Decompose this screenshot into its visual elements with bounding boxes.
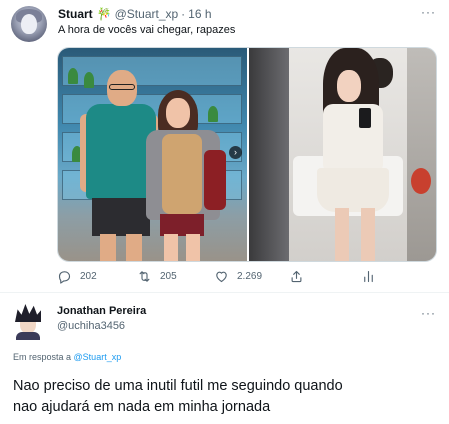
reply-icon xyxy=(58,270,71,284)
stuart-avatar[interactable] xyxy=(11,6,47,42)
author-name[interactable]: Stuart xyxy=(58,7,93,21)
more-icon[interactable]: ··· xyxy=(421,307,435,322)
woman-leg xyxy=(335,208,349,261)
avatar-collar xyxy=(16,332,40,340)
analytics-icon xyxy=(364,270,373,282)
in-reply-to: Em resposta a @Stuart_xp xyxy=(13,352,121,362)
original-tweet[interactable]: Stuart 🎋 @Stuart_xp · 16 h ··· A hora de… xyxy=(0,0,449,293)
reply-text-line: Nao preciso de uma inutil futil me segui… xyxy=(13,378,343,394)
share-action[interactable] xyxy=(289,268,304,284)
reply-action[interactable]: 202 xyxy=(57,268,97,284)
photo-person-woman xyxy=(144,90,226,261)
woman-leg xyxy=(186,234,200,261)
jonathan-avatar[interactable] xyxy=(13,304,43,340)
author-handle[interactable]: @Stuart_xp xyxy=(115,7,179,21)
man-leg xyxy=(126,234,142,261)
plush-toy xyxy=(411,168,431,194)
room-wall xyxy=(407,48,436,261)
author-emoji: 🎋 xyxy=(96,7,112,21)
in-reply-mention[interactable]: @Stuart_xp xyxy=(74,352,122,362)
woman-top xyxy=(162,134,202,214)
tweet-header: Stuart 🎋 @Stuart_xp · 16 h xyxy=(58,6,212,22)
woman-leg xyxy=(164,234,178,261)
tweet-time[interactable]: 16 h xyxy=(188,7,211,21)
retweet-count: 205 xyxy=(160,270,177,282)
reply-text-line: nao ajudará em nada em minha jornada xyxy=(13,399,271,415)
aquarium-plant xyxy=(68,68,78,84)
woman-skirt xyxy=(317,168,389,212)
like-icon xyxy=(216,271,227,282)
chevron-right-icon[interactable]: › xyxy=(229,146,242,159)
reply-author-handle[interactable]: @uchiha3456 xyxy=(57,320,125,332)
woman-top xyxy=(323,104,383,174)
man-shorts xyxy=(92,198,150,236)
woman-bag xyxy=(204,150,226,210)
more-icon[interactable]: ··· xyxy=(421,6,435,21)
woman-skirt xyxy=(160,214,204,236)
man-leg xyxy=(100,234,116,261)
reply-author-name[interactable]: Jonathan Pereira xyxy=(57,305,146,317)
like-action[interactable]: 2.269 xyxy=(214,268,262,284)
media-photo-1[interactable]: › xyxy=(58,48,247,261)
mirror-frame xyxy=(249,48,289,261)
man-glasses xyxy=(109,84,135,90)
reply-count: 202 xyxy=(80,270,97,282)
like-count: 2.269 xyxy=(237,270,263,282)
woman-face xyxy=(337,70,361,102)
analytics-action[interactable] xyxy=(361,268,376,284)
woman-leg xyxy=(361,208,375,261)
woman-head xyxy=(166,98,190,128)
separator-dot: · xyxy=(181,7,186,21)
reply-text: Nao preciso de uma inutil futil me segui… xyxy=(13,376,433,418)
in-reply-prefix: Em resposta a xyxy=(13,352,72,362)
retweet-action[interactable]: 205 xyxy=(137,268,177,284)
phone xyxy=(359,108,371,128)
avatar-face xyxy=(21,14,37,34)
tweet-media[interactable]: › xyxy=(57,47,437,262)
avatar-hair xyxy=(15,304,41,322)
media-photo-2[interactable] xyxy=(249,48,436,261)
share-icon xyxy=(291,270,302,282)
tweet-text: A hora de vocês vai chegar, rapazes xyxy=(58,24,236,36)
retweet-icon xyxy=(139,270,150,282)
